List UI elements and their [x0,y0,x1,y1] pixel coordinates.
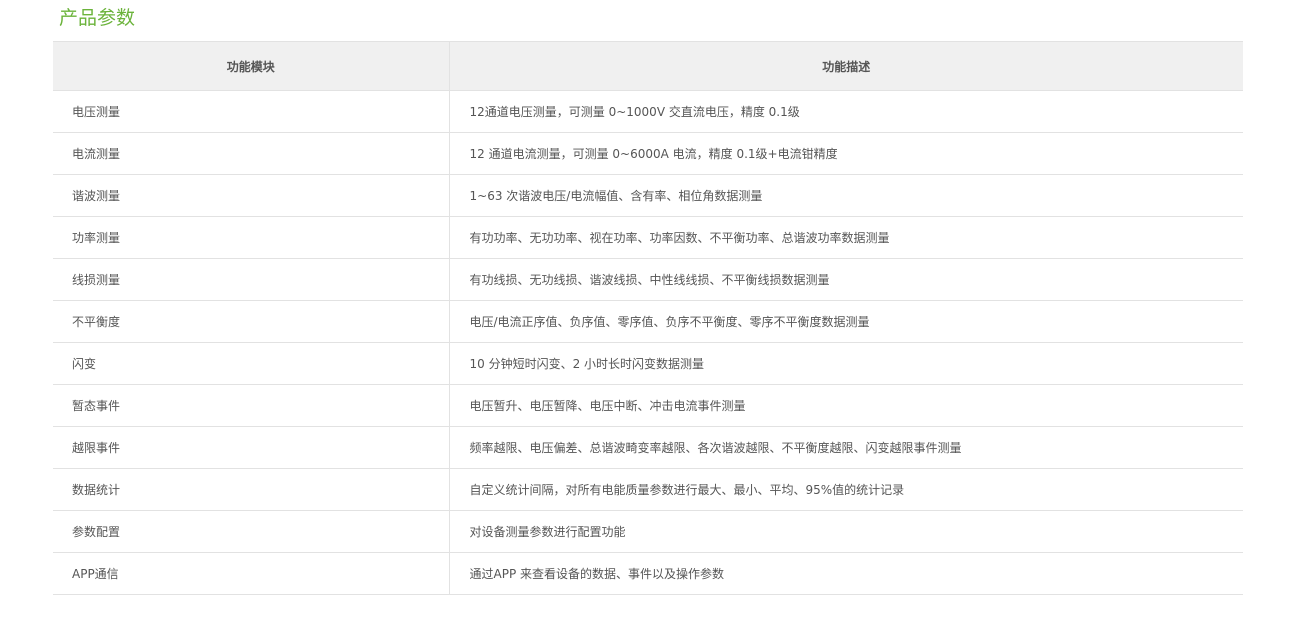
description-cell: 有功功率、无功功率、视在功率、功率因数、不平衡功率、总谐波功率数据测量 [449,216,1243,259]
table-row: 电流测量 12 通道电流测量，可测量 0~6000A 电流，精度 0.1级+电流… [53,132,1243,175]
description-cell: 对设备测量参数进行配置功能 [449,510,1243,553]
table-row: 电压测量 12通道电压测量，可测量 0~1000V 交直流电压，精度 0.1级 [53,90,1243,133]
module-cell: 参数配置 [53,510,450,553]
table-row: 暂态事件 电压暂升、电压暂降、电压中断、冲击电流事件测量 [53,384,1243,427]
module-cell: 数据统计 [53,468,450,511]
description-cell: 电压/电流正序值、负序值、零序值、负序不平衡度、零序不平衡度数据测量 [449,300,1243,343]
description-cell: 电压暂升、电压暂降、电压中断、冲击电流事件测量 [449,384,1243,427]
module-cell: 线损测量 [53,258,450,301]
table-row: 功率测量 有功功率、无功功率、视在功率、功率因数、不平衡功率、总谐波功率数据测量 [53,216,1243,259]
description-cell: 自定义统计间隔，对所有电能质量参数进行最大、最小、平均、95%值的统计记录 [449,468,1243,511]
table-row: 闪变 10 分钟短时闪变、2 小时长时闪变数据测量 [53,342,1243,385]
module-cell: 谐波测量 [53,174,450,217]
table-row: 数据统计 自定义统计间隔，对所有电能质量参数进行最大、最小、平均、95%值的统计… [53,468,1243,511]
module-cell: 越限事件 [53,426,450,469]
description-cell: 频率越限、电压偏差、总谐波畸变率越限、各次谐波越限、不平衡度越限、闪变越限事件测… [449,426,1243,469]
module-cell: 暂态事件 [53,384,450,427]
description-cell: 12 通道电流测量，可测量 0~6000A 电流，精度 0.1级+电流钳精度 [449,132,1243,175]
table-row: 线损测量 有功线损、无功线损、谐波线损、中性线线损、不平衡线损数据测量 [53,258,1243,301]
section-title: 产品参数 [59,7,136,29]
product-params-table: 功能模块 功能描述 电压测量 12通道电压测量，可测量 0~1000V 交直流电… [53,41,1243,595]
description-cell: 1~63 次谐波电压/电流幅值、含有率、相位角数据测量 [449,174,1243,217]
table-header-row: 功能模块 功能描述 [53,41,1243,91]
table-row: APP通信 通过APP 来查看设备的数据、事件以及操作参数 [53,552,1243,595]
module-cell: 电流测量 [53,132,450,175]
module-cell: 不平衡度 [53,300,450,343]
table-row: 越限事件 频率越限、电压偏差、总谐波畸变率越限、各次谐波越限、不平衡度越限、闪变… [53,426,1243,469]
header-description: 功能描述 [449,41,1243,91]
description-cell: 10 分钟短时闪变、2 小时长时闪变数据测量 [449,342,1243,385]
module-cell: APP通信 [53,552,450,595]
description-cell: 通过APP 来查看设备的数据、事件以及操作参数 [449,552,1243,595]
table-row: 谐波测量 1~63 次谐波电压/电流幅值、含有率、相位角数据测量 [53,174,1243,217]
module-cell: 电压测量 [53,90,450,133]
description-cell: 12通道电压测量，可测量 0~1000V 交直流电压，精度 0.1级 [449,90,1243,133]
description-cell: 有功线损、无功线损、谐波线损、中性线线损、不平衡线损数据测量 [449,258,1243,301]
table-row: 参数配置 对设备测量参数进行配置功能 [53,510,1243,553]
module-cell: 闪变 [53,342,450,385]
table-row: 不平衡度 电压/电流正序值、负序值、零序值、负序不平衡度、零序不平衡度数据测量 [53,300,1243,343]
header-module: 功能模块 [53,41,450,91]
module-cell: 功率测量 [53,216,450,259]
